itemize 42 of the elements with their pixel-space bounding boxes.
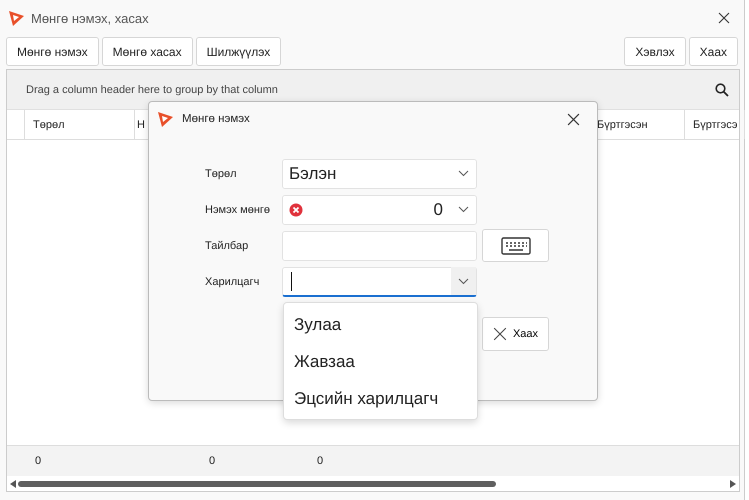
toolbar-button[interactable]: Мөнгө нэмэх (6, 37, 99, 66)
keyboard-icon (500, 236, 530, 254)
combo-box[interactable]: Бэлэн (282, 158, 477, 188)
dropdown-option[interactable]: Зулаа (284, 306, 477, 343)
column-header[interactable]: Бүртгэсэ (693, 118, 738, 130)
search-icon[interactable] (715, 82, 729, 96)
chevron-down-icon[interactable] (458, 170, 469, 177)
close-button[interactable]: Хаах (482, 317, 549, 351)
chevron-down-icon[interactable] (458, 278, 469, 284)
column-header[interactable]: Н (137, 118, 145, 130)
window-title: Мөнгө нэмэх, хасах (31, 10, 150, 26)
field-label: Тайлбар (205, 240, 250, 252)
number-field[interactable]: 0 (282, 194, 477, 224)
dropdown-option[interactable]: Жавзаа (284, 343, 477, 380)
toolbar-button[interactable]: Мөнгө хасах (102, 37, 193, 66)
app-logo-icon (8, 10, 25, 26)
group-panel-hint: Drag a column header here to group by that column (26, 84, 279, 96)
error-icon (289, 202, 303, 216)
toolbar-button[interactable]: Хэвлэх (624, 37, 686, 66)
close-icon[interactable] (718, 12, 730, 24)
combo-box[interactable] (282, 266, 477, 296)
scroll-right-icon[interactable] (730, 480, 736, 488)
field-label: Төрөл (205, 168, 238, 180)
dialog-title: Мөнгө нэмэх (182, 113, 251, 125)
scroll-left-icon[interactable] (10, 480, 16, 488)
close-icon[interactable] (567, 112, 580, 126)
toolbar-button[interactable]: Хаах (688, 37, 738, 66)
field-label: Харилцагч (205, 276, 260, 288)
app-logo-icon (157, 110, 174, 128)
dropdown-option[interactable]: Эцсийн харилцагч (284, 380, 477, 417)
column-header[interactable]: Төрөл (33, 118, 64, 130)
total-cell-text: 0 (34, 455, 42, 467)
total-cell-text: 0 (317, 455, 324, 467)
close-icon (492, 327, 507, 341)
total-cell-text: 0 (208, 455, 216, 467)
text-field[interactable] (282, 230, 477, 260)
chevron-down-icon[interactable] (458, 206, 469, 213)
toolbar-button[interactable]: Шилжүүлэх (196, 37, 282, 66)
column-header[interactable]: Бүртгэсэн (597, 118, 648, 130)
field-label: Нэмэх мөнгө (205, 204, 272, 216)
scrollbar-thumb[interactable] (18, 480, 496, 486)
keyboard-button[interactable] (482, 229, 549, 262)
